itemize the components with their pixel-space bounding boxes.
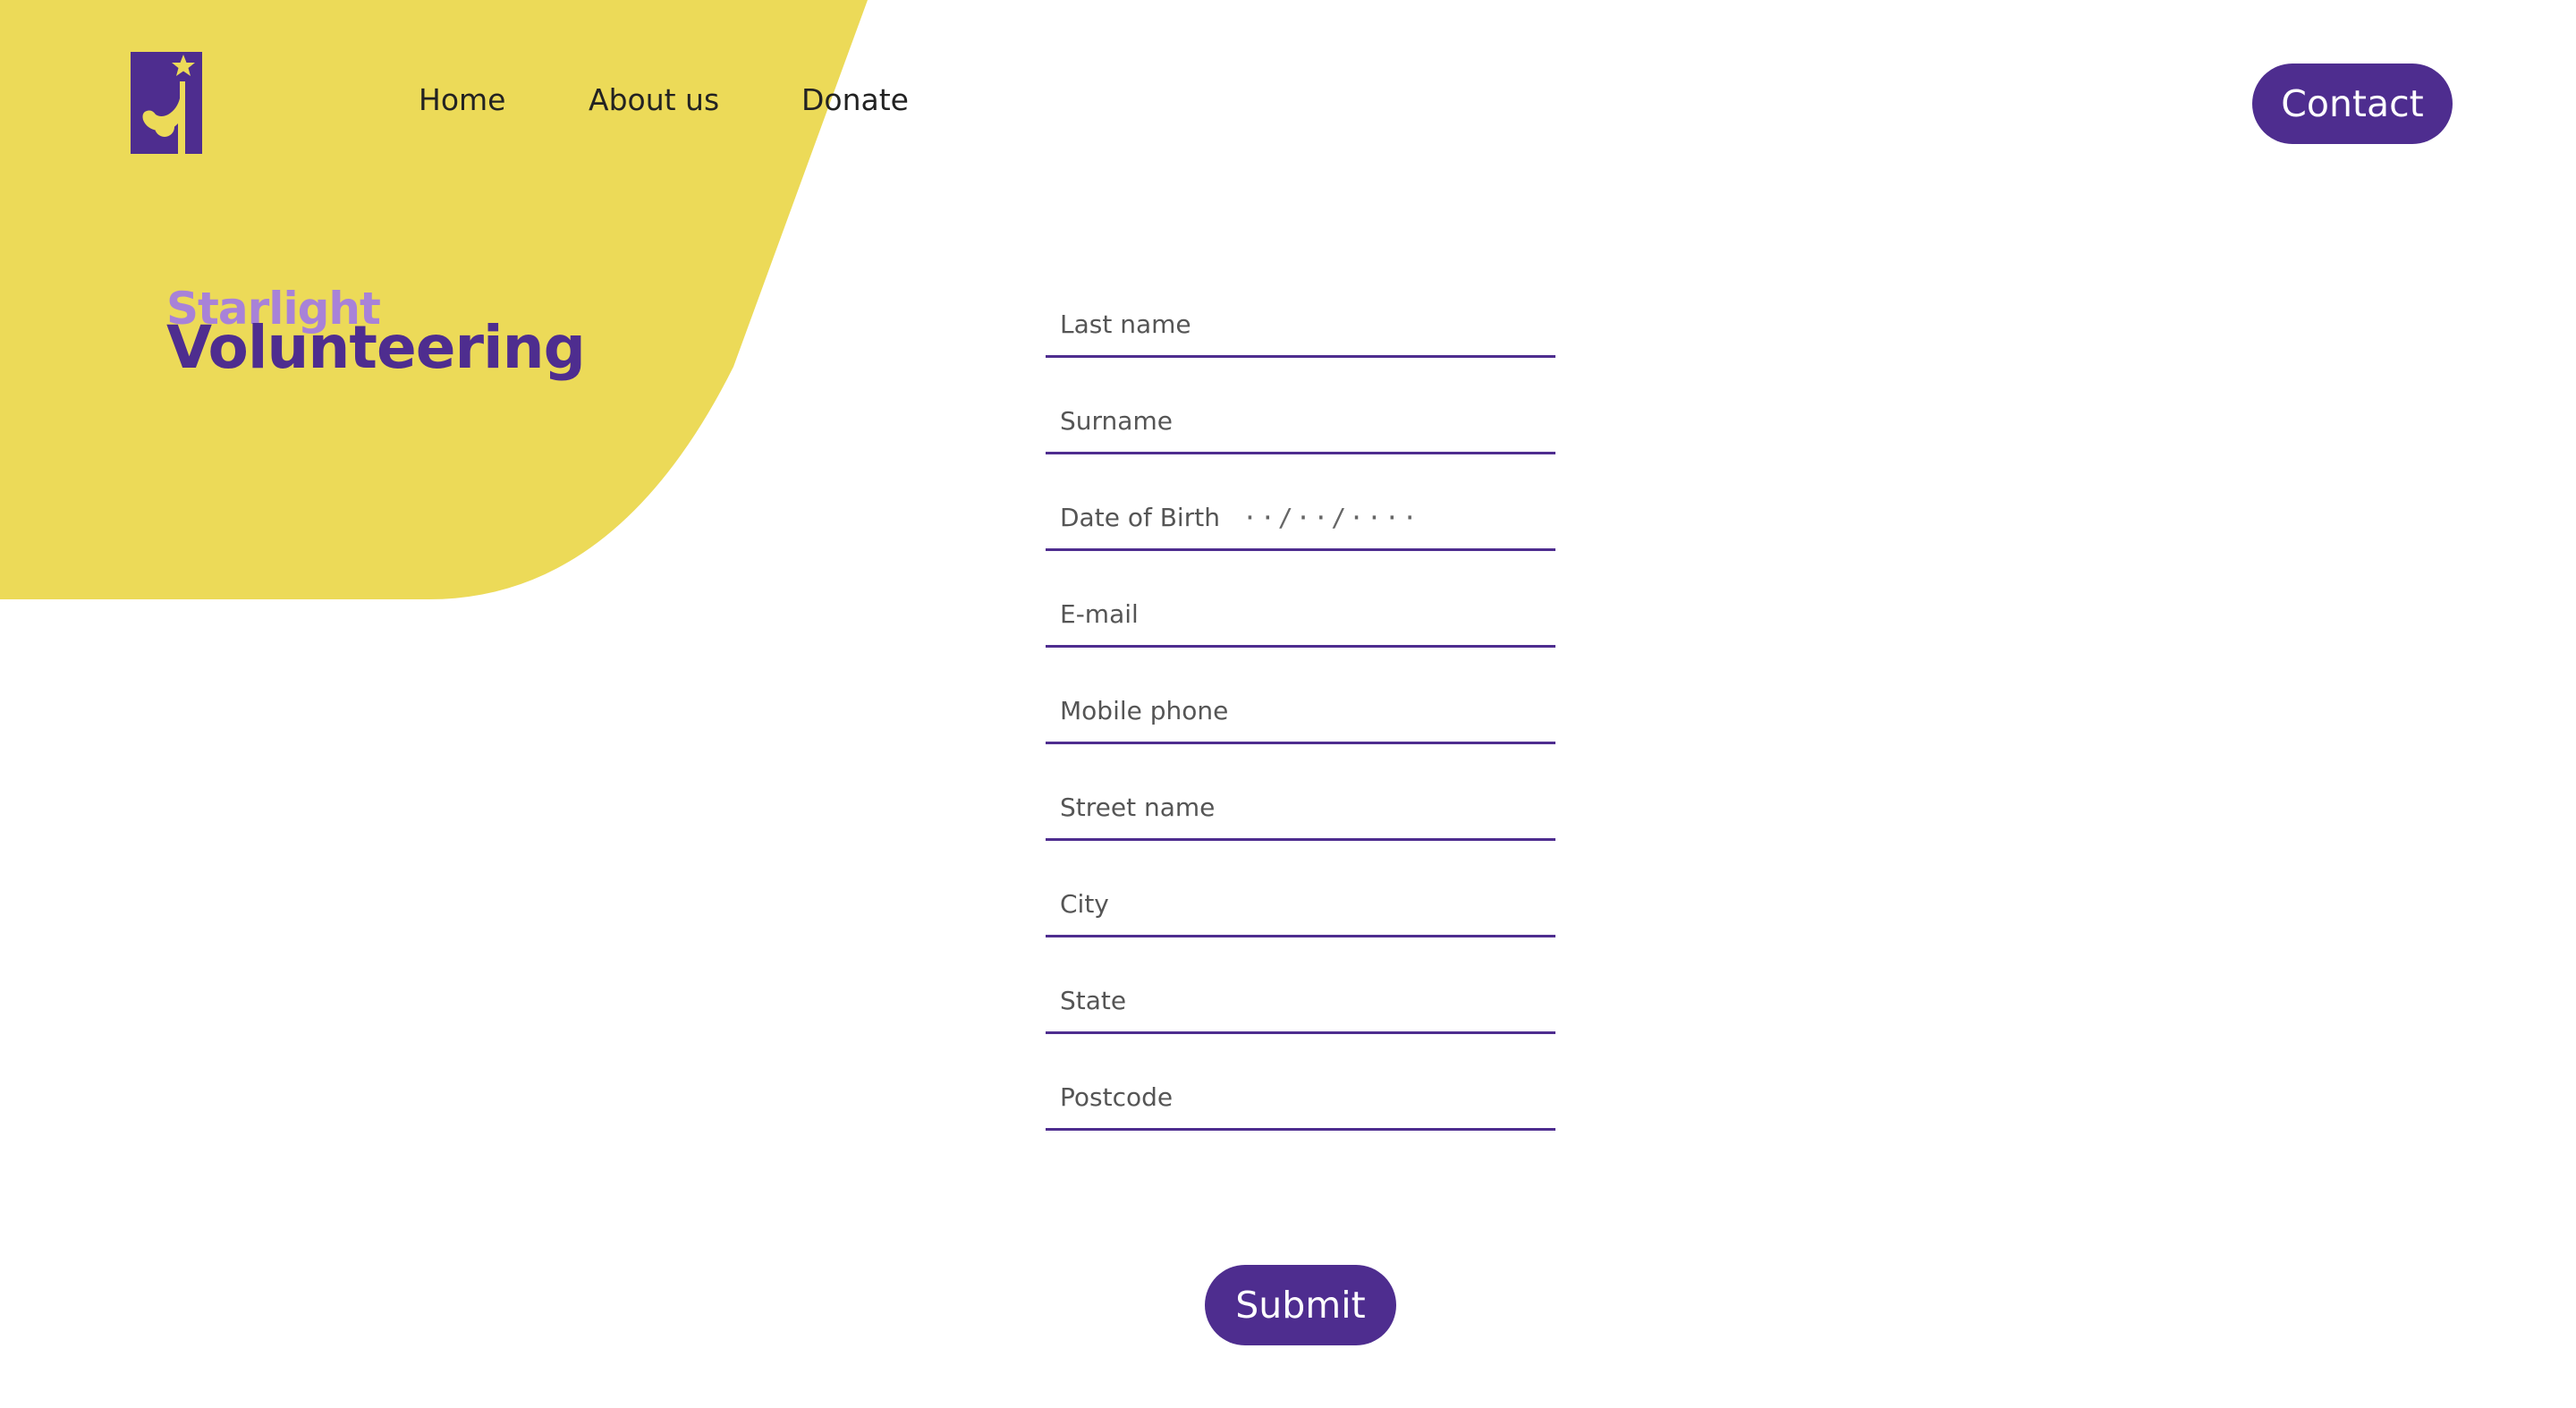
email-input[interactable] xyxy=(1046,578,1555,645)
surname-input[interactable] xyxy=(1046,385,1555,452)
star-reaching-figure-logo-icon xyxy=(131,52,202,154)
street-name-field[interactable]: Street name xyxy=(1046,771,1555,841)
street-name-input[interactable] xyxy=(1046,771,1555,838)
nav-about-link[interactable]: About us xyxy=(589,82,719,117)
mobile-phone-input[interactable] xyxy=(1046,674,1555,742)
page-title: Starlight Volunteering xyxy=(166,286,586,382)
mobile-phone-field[interactable]: Mobile phone xyxy=(1046,674,1555,744)
surname-field[interactable]: Surname xyxy=(1046,385,1555,454)
date-of-birth-field[interactable]: Date of Birth ··/··/···· xyxy=(1046,481,1555,551)
postcode-field[interactable]: Postcode xyxy=(1046,1061,1555,1131)
volunteer-form: Last name Surname Date of Birth ··/··/··… xyxy=(1046,288,1555,1158)
nav-home-link[interactable]: Home xyxy=(419,82,505,117)
contact-button[interactable]: Contact xyxy=(2252,64,2453,144)
brand-title-line-2: Volunteering xyxy=(166,313,586,382)
submit-button[interactable]: Submit xyxy=(1205,1265,1396,1345)
nav-donate-link[interactable]: Donate xyxy=(801,82,909,117)
last-name-input[interactable] xyxy=(1046,288,1555,355)
date-of-birth-input[interactable] xyxy=(1046,481,1555,548)
last-name-field[interactable]: Last name xyxy=(1046,288,1555,358)
city-input[interactable] xyxy=(1046,868,1555,935)
postcode-input[interactable] xyxy=(1046,1061,1555,1128)
state-input[interactable] xyxy=(1046,964,1555,1031)
logo[interactable] xyxy=(131,52,202,154)
city-field[interactable]: City xyxy=(1046,868,1555,937)
email-field[interactable]: E-mail xyxy=(1046,578,1555,648)
state-field[interactable]: State xyxy=(1046,964,1555,1034)
